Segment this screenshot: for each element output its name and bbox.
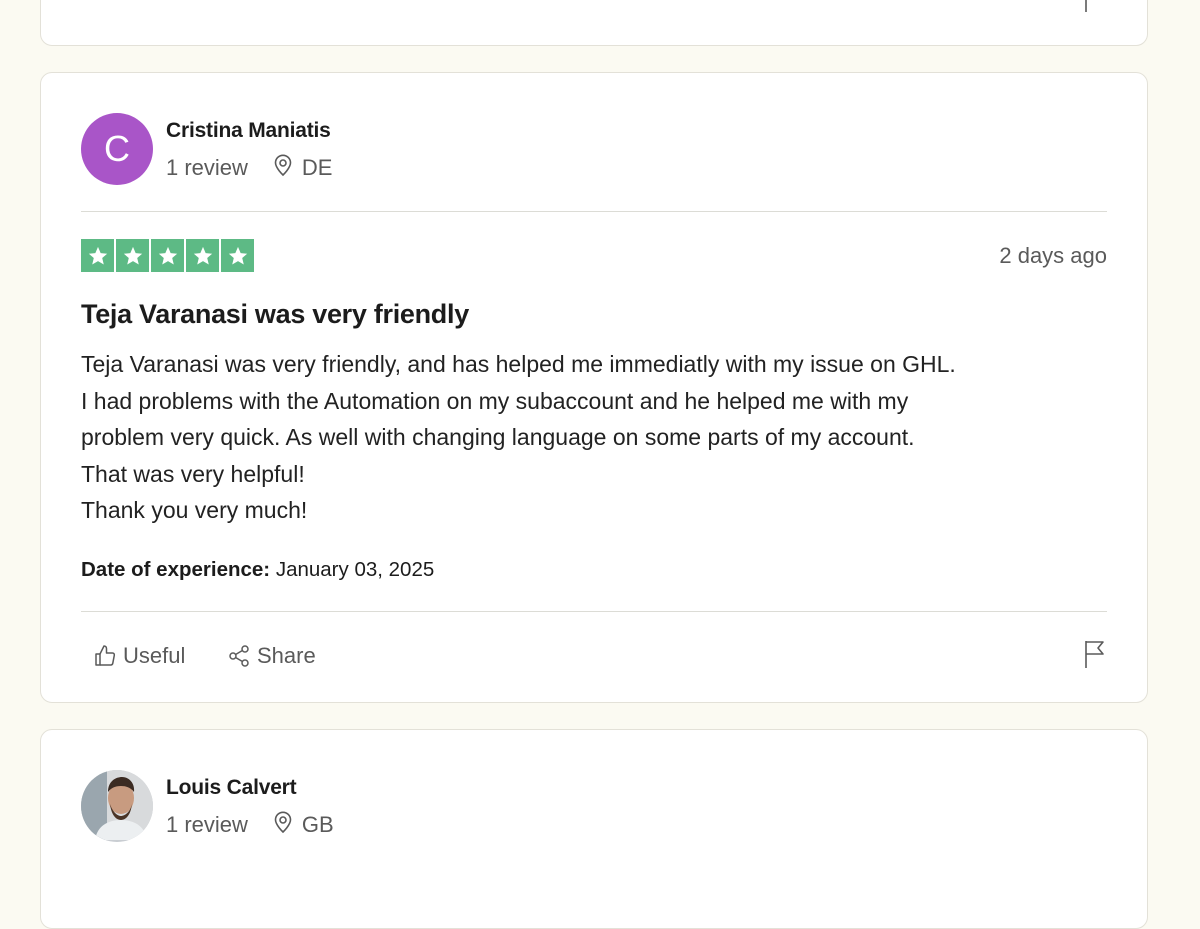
share-button[interactable]: Share: [227, 643, 316, 669]
share-label: Share: [257, 0, 316, 1]
header-divider: [81, 211, 1107, 212]
star-icon: [81, 239, 114, 272]
reviewer-location: DE: [272, 153, 333, 183]
avatar-photo-icon: [81, 770, 153, 842]
review-body-line: Teja Varanasi was very friendly, and has…: [81, 351, 956, 377]
country-code: DE: [301, 155, 333, 180]
footer-divider: [81, 611, 1107, 612]
useful-button[interactable]: Useful: [93, 643, 185, 669]
country-code: GB: [301, 812, 334, 837]
share-button-previous[interactable]: Share: [227, 0, 316, 1]
star-icon: [151, 239, 184, 272]
star-icon: [221, 239, 254, 272]
date-of-experience-label: Date of experience:: [81, 558, 271, 581]
useful-button-previous[interactable]: Useful: [93, 0, 185, 1]
reviewer-name[interactable]: Cristina Maniatis: [166, 119, 331, 143]
posted-date: 2 days ago: [999, 243, 1107, 268]
star-icon: [186, 239, 219, 272]
thumbs-up-icon: [93, 644, 117, 668]
review-card: C Cristina Maniatis 1 review DE 2 days a…: [40, 72, 1148, 703]
review-card-previous: Useful Share: [40, 0, 1148, 46]
reviewer-meta: 1 review GB: [166, 810, 334, 840]
reviewer-meta: 1 review DE: [166, 153, 332, 183]
location-pin-icon: [272, 153, 294, 183]
date-of-experience: Date of experience: January 03, 2025: [81, 558, 434, 582]
report-button[interactable]: [1083, 639, 1107, 669]
avatar[interactable]: C: [81, 113, 153, 185]
review-card-next: Louis Calvert 1 review GB: [40, 729, 1148, 929]
useful-label: Useful: [123, 0, 185, 1]
reviewer-location: GB: [272, 810, 334, 840]
flag-icon: [1083, 639, 1107, 669]
share-icon: [227, 644, 251, 668]
location-pin-icon: [272, 810, 294, 840]
flag-icon: [1083, 0, 1107, 13]
avatar[interactable]: [81, 770, 153, 842]
review-body-line: I had problems with the Automation on my…: [81, 387, 909, 414]
star-icon: [116, 239, 149, 272]
review-body: Teja Varanasi was very friendly, and has…: [81, 346, 1121, 529]
reviewer-name[interactable]: Louis Calvert: [166, 776, 297, 800]
review-count: 1 review: [166, 812, 248, 837]
review-title[interactable]: Teja Varanasi was very friendly: [81, 299, 469, 330]
share-label: Share: [257, 643, 316, 668]
report-button-previous[interactable]: [1083, 0, 1107, 13]
review-body-line: problem very quick. As well with changin…: [81, 424, 915, 451]
avatar-letter: C: [104, 128, 130, 169]
date-of-experience-value: January 03, 2025: [275, 558, 435, 581]
review-count: 1 review: [166, 155, 248, 180]
review-body-line: That was very helpful!: [81, 460, 305, 487]
review-body-line: Thank you very much!: [81, 497, 308, 524]
star-rating: [81, 239, 254, 272]
useful-label: Useful: [123, 643, 186, 668]
